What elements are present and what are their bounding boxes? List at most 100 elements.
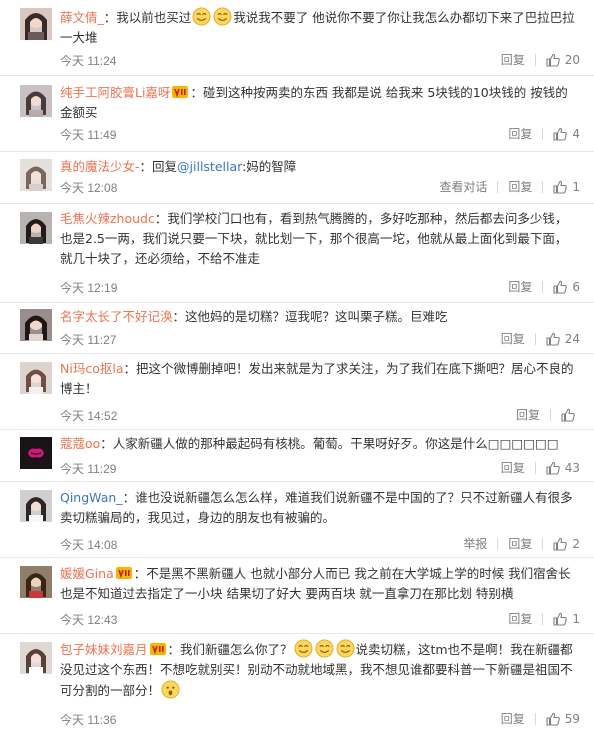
vip-badge-icon[interactable] [172, 86, 188, 98]
comment-body-start: ：我以前也买过 [103, 10, 192, 25]
thumbs-up-icon [553, 280, 567, 294]
reply-button[interactable]: 回复 [508, 178, 532, 195]
vip-badge-icon[interactable] [116, 567, 132, 579]
reply-button[interactable]: 回复 [501, 710, 525, 727]
comment-item: 媛媛Gina ：不是黑不黑新疆人 也就小部分人而已 我之前在大学城上学的时候 我们… [0, 558, 594, 634]
comment-body-start: ：我们新疆怎么你了？ [167, 642, 293, 657]
comment-item: 纯手工阿胶膏Li嘉呀 ：碰到这种按两卖的东西 我都是说 给我来 5块钱的10块钱的… [0, 76, 594, 152]
like-button[interactable]: 2 [553, 537, 580, 551]
comment-item: 薛文倩_：我以前也买过 我说我不要了 他说你不要了你让我怎么办都切下来了巴拉巴拉一… [0, 0, 594, 76]
comment-time: 今天 11:24 [60, 54, 117, 68]
comment-item: 蔻蔻oo：人家新疆人做的那种最起码有核桃。葡萄。干果呀好歹。你这是什么□□□□□… [0, 430, 594, 482]
like-button[interactable]: 43 [546, 461, 580, 475]
reply-button[interactable]: 回复 [516, 406, 540, 423]
smile-emoji-icon [315, 639, 334, 658]
like-button[interactable] [561, 408, 580, 422]
comment-text: 真的魔法少女-：回复@jillstellar:妈的智障 [60, 157, 576, 177]
comment-username[interactable]: 毛焦火辣zhoudc [60, 211, 155, 226]
like-count: 6 [572, 279, 580, 294]
like-count: 1 [572, 179, 580, 194]
avatar[interactable] [20, 490, 52, 522]
mention-link[interactable]: @jillstellar [177, 159, 242, 174]
smile-emoji-icon [192, 7, 211, 26]
comment-time: 今天 14:52 [60, 409, 118, 423]
avatar[interactable] [20, 85, 52, 117]
comment-username[interactable]: 纯手工阿胶膏Li嘉呀 [60, 85, 170, 100]
reply-button[interactable]: 回复 [501, 459, 525, 476]
comment-username[interactable]: 薛文倩_ [60, 10, 104, 25]
comment-body: ：人家新疆人做的那种最起码有核桃。葡萄。干果呀好歹。你这是什么□□□□□□ [100, 436, 559, 451]
view-thread-button[interactable]: 查看对话 [439, 178, 487, 195]
avatar[interactable] [20, 437, 52, 469]
comment-actions: 举报 回复 2 [463, 535, 580, 552]
comment-text: 包子妹妹刘嘉月 ：我们新疆怎么你了？ 说卖切糕，这tm也不是啊！我在新疆都没见过这个… [60, 639, 576, 701]
comment-actions: 回复 6 [508, 278, 580, 295]
comment-username[interactable]: 蔻蔻oo [60, 436, 100, 451]
avatar[interactable] [20, 642, 52, 674]
like-button[interactable]: 4 [553, 127, 580, 141]
thumbs-up-icon [546, 332, 560, 346]
like-button[interactable]: 24 [546, 332, 580, 346]
avatar[interactable] [20, 212, 52, 244]
like-button[interactable]: 6 [553, 280, 580, 294]
avatar[interactable] [20, 309, 52, 341]
like-count: 2 [572, 536, 580, 551]
comment-item: 包子妹妹刘嘉月 ：我们新疆怎么你了？ 说卖切糕，这tm也不是啊！我在新疆都没见过这个… [0, 634, 594, 739]
comment-time: 今天 11:49 [60, 128, 117, 142]
comment-list: 薛文倩_：我以前也买过 我说我不要了 他说你不要了你让我怎么办都切下来了巴拉巴拉一… [0, 0, 594, 739]
comment-text: 蔻蔻oo：人家新疆人做的那种最起码有核桃。葡萄。干果呀好歹。你这是什么□□□□□… [60, 434, 576, 454]
comment-time: 今天 11:27 [60, 333, 117, 347]
avatar[interactable] [20, 566, 52, 598]
avatar[interactable] [20, 362, 52, 394]
comment-body: ：这他妈的是切糕？逗我呢？这叫栗子糕。巨难吃 [172, 309, 448, 324]
comment-actions: 回复 20 [501, 51, 580, 68]
report-button[interactable]: 举报 [463, 535, 487, 552]
comment-username[interactable]: 媛媛Gina [60, 566, 114, 581]
comment-text: 媛媛Gina ：不是黑不黑新疆人 也就小部分人而已 我之前在大学城上学的时候 我们… [60, 564, 576, 604]
thumbs-up-icon [561, 408, 575, 422]
surprised-emoji-icon [161, 680, 180, 699]
comment-item: 名字太长了不好记涣：这他妈的是切糕？逗我呢？这叫栗子糕。巨难吃 今天 11:27… [0, 303, 594, 354]
comment-body: :妈的智障 [242, 159, 297, 174]
reply-button[interactable]: 回复 [501, 51, 525, 68]
action-divider [542, 612, 544, 625]
comment-text: 名字太长了不好记涣：这他妈的是切糕？逗我呢？这叫栗子糕。巨难吃 [60, 307, 576, 327]
comment-time: 今天 12:19 [60, 281, 118, 295]
comment-time: 今天 11:29 [60, 462, 117, 476]
comment-actions: 查看对话 回复 1 [439, 178, 580, 195]
like-count: 43 [564, 460, 580, 475]
like-count: 59 [564, 711, 580, 726]
action-divider [497, 537, 499, 550]
comment-username[interactable]: Ni玛co抠la [60, 361, 123, 376]
reply-button[interactable]: 回复 [508, 278, 532, 295]
comment-actions: 回复 [516, 406, 580, 423]
reply-button[interactable]: 回复 [508, 610, 532, 627]
action-divider [534, 712, 536, 725]
like-button[interactable]: 1 [553, 180, 580, 194]
smile-emoji-icon [213, 7, 232, 26]
comment-item: QingWan_：谁也没说新疆怎么怎么样，难道我们说新疆不是中国的了？只不过新疆… [0, 482, 594, 558]
like-button[interactable]: 1 [553, 612, 580, 626]
comment-item: 真的魔法少女-：回复@jillstellar:妈的智障 今天 12:08 查看对… [0, 152, 594, 204]
comment-username[interactable]: 名字太长了不好记涣 [60, 309, 173, 324]
like-count: 4 [572, 126, 580, 141]
thumbs-up-icon [553, 127, 567, 141]
like-button[interactable]: 20 [546, 53, 580, 67]
comment-actions: 回复 59 [501, 710, 580, 727]
reply-button[interactable]: 回复 [508, 535, 532, 552]
reply-button[interactable]: 回复 [508, 125, 532, 142]
reply-button[interactable]: 回复 [501, 330, 525, 347]
avatar[interactable] [20, 159, 52, 191]
comment-time: 今天 14:08 [60, 538, 118, 552]
action-divider [534, 53, 536, 66]
like-count: 20 [564, 52, 580, 67]
comment-username[interactable]: 包子妹妹刘嘉月 [60, 642, 148, 657]
avatar[interactable] [20, 8, 52, 40]
comment-username[interactable]: QingWan_ [60, 490, 123, 505]
comment-username[interactable]: 真的魔法少女- [60, 159, 140, 174]
like-button[interactable]: 59 [546, 712, 580, 726]
comment-text: Ni玛co抠la：把这个微博删掉吧！发出来就是为了求关注，为了我们在底下撕吧？居… [60, 359, 576, 399]
vip-badge-icon[interactable] [150, 643, 166, 655]
comment-item: Ni玛co抠la：把这个微博删掉吧！发出来就是为了求关注，为了我们在底下撕吧？居… [0, 354, 594, 430]
thumbs-up-icon [553, 537, 567, 551]
